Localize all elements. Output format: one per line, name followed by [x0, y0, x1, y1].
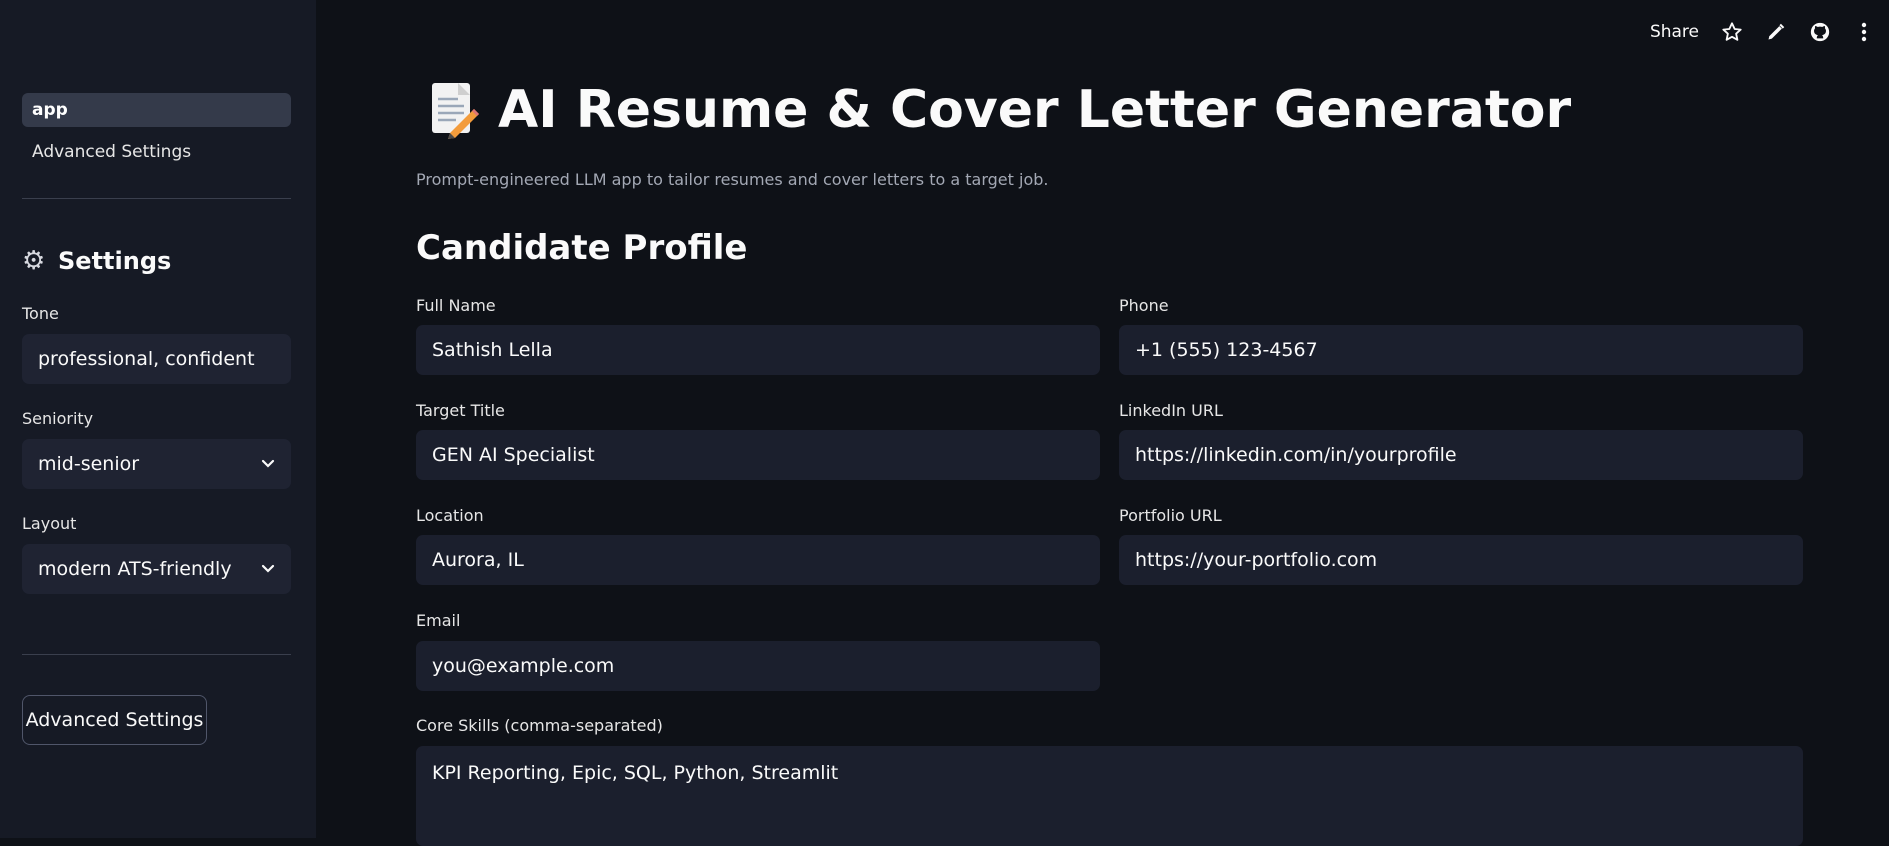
core-skills-label: Core Skills (comma-separated) [416, 716, 663, 735]
location-input[interactable]: Aurora, IL [416, 535, 1100, 585]
page-title: AI Resume & Cover Letter Generator [428, 80, 1571, 140]
page-subtitle: Prompt-engineered LLM app to tailor resu… [416, 170, 1048, 189]
full-name-input[interactable]: Sathish Lella [416, 325, 1100, 375]
sidebar: app Advanced Settings ⚙ Settings Tone pr… [0, 0, 316, 838]
page-title-text: AI Resume & Cover Letter Generator [498, 80, 1571, 140]
tone-value: professional, confident [38, 348, 255, 370]
full-name-value: Sathish Lella [432, 339, 553, 361]
seniority-select[interactable]: mid-senior [22, 439, 291, 489]
chevron-down-icon [261, 439, 275, 509]
main-content: AI Resume & Cover Letter Generator Promp… [316, 0, 1889, 838]
email-input[interactable]: you@example.com [416, 641, 1100, 691]
layout-value: modern ATS-friendly [38, 558, 232, 580]
phone-label: Phone [1119, 296, 1169, 315]
tone-input[interactable]: professional, confident [22, 334, 291, 384]
email-value: you@example.com [432, 655, 614, 677]
sidebar-heading: ⚙ Settings [22, 247, 171, 275]
portfolio-value: https://your-portfolio.com [1135, 549, 1377, 571]
full-name-label: Full Name [416, 296, 496, 315]
sidebar-divider [22, 654, 291, 655]
portfolio-input[interactable]: https://your-portfolio.com [1119, 535, 1803, 585]
sidebar-nav-app[interactable]: app [22, 93, 291, 127]
layout-label: Layout [22, 514, 76, 533]
target-title-label: Target Title [416, 401, 505, 420]
advanced-settings-button[interactable]: Advanced Settings [22, 695, 207, 745]
email-label: Email [416, 611, 460, 630]
portfolio-label: Portfolio URL [1119, 506, 1222, 525]
linkedin-label: LinkedIn URL [1119, 401, 1223, 420]
sidebar-heading-text: Settings [58, 247, 171, 275]
sidebar-nav-advanced-settings[interactable]: Advanced Settings [22, 135, 291, 169]
phone-input[interactable]: +1 (555) 123-4567 [1119, 325, 1803, 375]
target-title-value: GEN AI Specialist [432, 444, 595, 466]
linkedin-value: https://linkedin.com/in/yourprofile [1135, 444, 1457, 466]
sidebar-divider [22, 198, 291, 199]
phone-value: +1 (555) 123-4567 [1135, 339, 1318, 361]
target-title-input[interactable]: GEN AI Specialist [416, 430, 1100, 480]
core-skills-textarea[interactable]: KPI Reporting, Epic, SQL, Python, Stream… [416, 746, 1803, 846]
chevron-down-icon [261, 544, 275, 614]
memo-icon [428, 81, 480, 139]
linkedin-input[interactable]: https://linkedin.com/in/yourprofile [1119, 430, 1803, 480]
seniority-value: mid-senior [38, 453, 139, 475]
section-title: Candidate Profile [416, 228, 747, 268]
seniority-label: Seniority [22, 409, 93, 428]
location-value: Aurora, IL [432, 549, 524, 571]
gear-icon: ⚙ [22, 248, 48, 274]
location-label: Location [416, 506, 484, 525]
tone-label: Tone [22, 304, 59, 323]
layout-select[interactable]: modern ATS-friendly [22, 544, 291, 594]
core-skills-value: KPI Reporting, Epic, SQL, Python, Stream… [432, 762, 838, 784]
